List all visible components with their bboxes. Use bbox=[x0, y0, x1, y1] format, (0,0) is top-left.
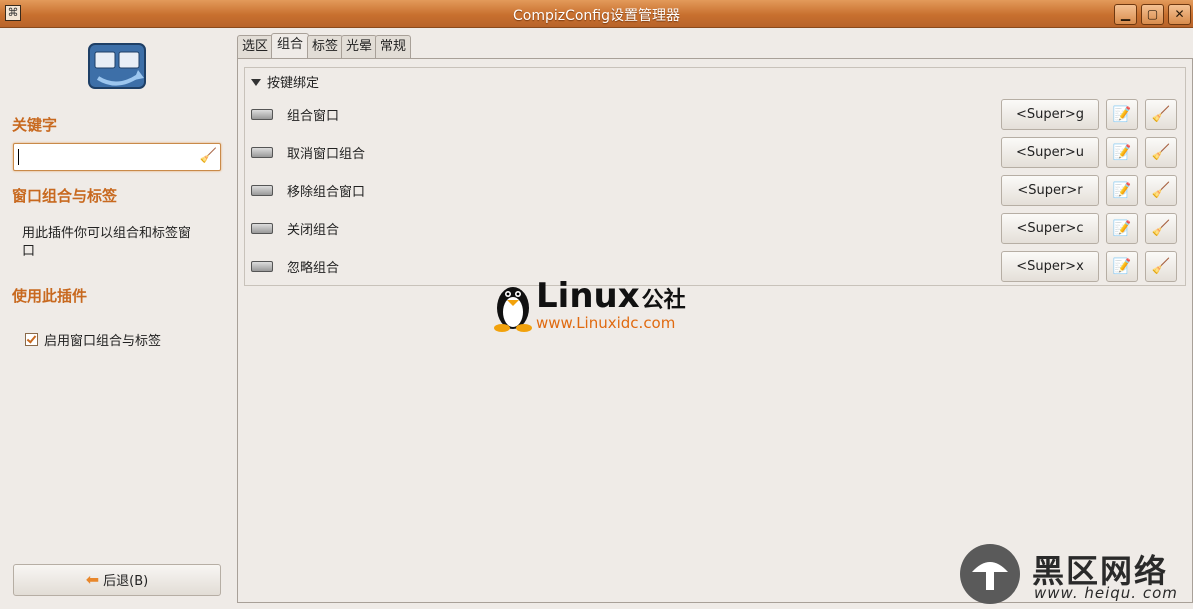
title-bar: ⌘ CompizConfig设置管理器 ▁ ▢ ✕ bbox=[0, 0, 1193, 28]
binding-name: 忽略组合 bbox=[287, 261, 340, 276]
edit-binding-button[interactable]: 📝 bbox=[1106, 251, 1138, 282]
broom-icon: 🧹 bbox=[1151, 143, 1171, 161]
maximize-button[interactable]: ▢ bbox=[1141, 4, 1164, 25]
tab-tab[interactable]: 标签 bbox=[307, 35, 343, 58]
plugin-title: 窗口组合与标签 bbox=[12, 187, 118, 205]
tab-selection[interactable]: 选区 bbox=[237, 35, 273, 58]
broom-icon: 🧹 bbox=[1151, 105, 1171, 123]
edit-binding-button[interactable]: 📝 bbox=[1106, 137, 1138, 168]
binding-key-button[interactable]: <Super>c bbox=[1001, 213, 1099, 244]
heiqu-url: www. heiqu. com bbox=[1034, 584, 1178, 602]
reset-binding-button[interactable]: 🧹 bbox=[1145, 251, 1177, 282]
edit-binding-button[interactable]: 📝 bbox=[1106, 213, 1138, 244]
edit-binding-button[interactable]: 📝 bbox=[1106, 175, 1138, 206]
keyboard-icon bbox=[251, 223, 273, 234]
edit-binding-button[interactable]: 📝 bbox=[1106, 99, 1138, 130]
clear-broom-icon[interactable]: 🧹 bbox=[200, 148, 217, 164]
binding-row: 关闭组合 <Super>c 📝 🧹 bbox=[245, 211, 1185, 245]
keyboard-icon bbox=[251, 109, 273, 120]
binding-key-button[interactable]: <Super>u bbox=[1001, 137, 1099, 168]
back-button[interactable]: ⬅ 后退(B) bbox=[13, 564, 221, 596]
keyboard-icon bbox=[251, 147, 273, 158]
checkbox-checked-icon[interactable] bbox=[25, 333, 38, 346]
linux-url: www.Linuxidc.com bbox=[536, 314, 676, 332]
linuxidc-watermark: Linux公社 www.Linuxidc.com bbox=[490, 276, 720, 334]
back-arrow-icon: ⬅ bbox=[85, 570, 100, 589]
binding-row: 移除组合窗口 <Super>r 📝 🧹 bbox=[245, 173, 1185, 207]
heiqu-watermark: 黑区网络 www. heiqu. com bbox=[960, 544, 1190, 606]
minimize-button[interactable]: ▁ bbox=[1114, 4, 1137, 25]
group-expander[interactable]: 按键绑定 bbox=[251, 72, 319, 91]
enable-plugin-label: 启用窗口组合与标签 bbox=[44, 334, 162, 349]
binding-key-button[interactable]: <Super>g bbox=[1001, 99, 1099, 130]
tab-group[interactable]: 组合 bbox=[271, 33, 309, 58]
broom-icon: 🧹 bbox=[1151, 181, 1171, 199]
expander-triangle-icon bbox=[251, 79, 261, 86]
plugin-description: 用此插件你可以组合和标签窗口 bbox=[22, 226, 192, 259]
binding-name: 移除组合窗口 bbox=[287, 185, 366, 200]
tux-penguin-icon bbox=[494, 287, 532, 332]
linux-brand: Linux bbox=[536, 276, 640, 316]
key-bindings-group: 按键绑定 组合窗口 <Super>g 📝 🧹 取消窗口组合 <Super>u 📝… bbox=[244, 67, 1186, 286]
binding-name: 组合窗口 bbox=[287, 109, 340, 124]
edit-icon: 📝 bbox=[1112, 143, 1132, 161]
binding-key-button[interactable]: <Super>r bbox=[1001, 175, 1099, 206]
keyword-heading: 关键字 bbox=[12, 116, 58, 134]
close-button[interactable]: ✕ bbox=[1168, 4, 1191, 25]
enable-heading: 使用此插件 bbox=[12, 287, 88, 305]
edit-icon: 📝 bbox=[1112, 105, 1132, 123]
search-input[interactable]: 🧹 bbox=[13, 143, 221, 171]
enable-plugin-checkbox[interactable]: 启用窗口组合与标签 bbox=[25, 330, 161, 349]
sidebar: 关键字 🧹 窗口组合与标签 用此插件你可以组合和标签窗口 使用此插件 启用窗口组… bbox=[0, 28, 233, 609]
binding-key-button[interactable]: <Super>x bbox=[1001, 251, 1099, 282]
tab-glow[interactable]: 光晕 bbox=[341, 35, 377, 58]
broom-icon: 🧹 bbox=[1151, 219, 1171, 237]
reset-binding-button[interactable]: 🧹 bbox=[1145, 213, 1177, 244]
mushroom-logo-icon bbox=[960, 544, 1020, 604]
tab-general[interactable]: 常规 bbox=[375, 35, 411, 58]
binding-row: 组合窗口 <Super>g 📝 🧹 bbox=[245, 97, 1185, 131]
binding-name: 关闭组合 bbox=[287, 223, 340, 238]
window-title: CompizConfig设置管理器 bbox=[512, 8, 681, 24]
keyboard-icon bbox=[251, 261, 273, 272]
binding-row: 取消窗口组合 <Super>u 📝 🧹 bbox=[245, 135, 1185, 169]
back-button-label: 后退(B) bbox=[103, 574, 149, 589]
reset-binding-button[interactable]: 🧹 bbox=[1145, 137, 1177, 168]
linux-brand-text: Linux公社 bbox=[536, 276, 686, 316]
reset-binding-button[interactable]: 🧹 bbox=[1145, 175, 1177, 206]
text-caret bbox=[18, 149, 19, 165]
keyboard-icon bbox=[251, 185, 273, 196]
broom-icon: 🧹 bbox=[1151, 257, 1171, 275]
edit-icon: 📝 bbox=[1112, 181, 1132, 199]
binding-name: 取消窗口组合 bbox=[287, 147, 366, 162]
edit-icon: 📝 bbox=[1112, 257, 1132, 275]
group-title: 按键绑定 bbox=[267, 76, 320, 91]
linux-brand-cn: 公社 bbox=[641, 288, 686, 313]
window-group-plugin-icon bbox=[88, 43, 146, 89]
edit-icon: 📝 bbox=[1112, 219, 1132, 237]
reset-binding-button[interactable]: 🧹 bbox=[1145, 99, 1177, 130]
